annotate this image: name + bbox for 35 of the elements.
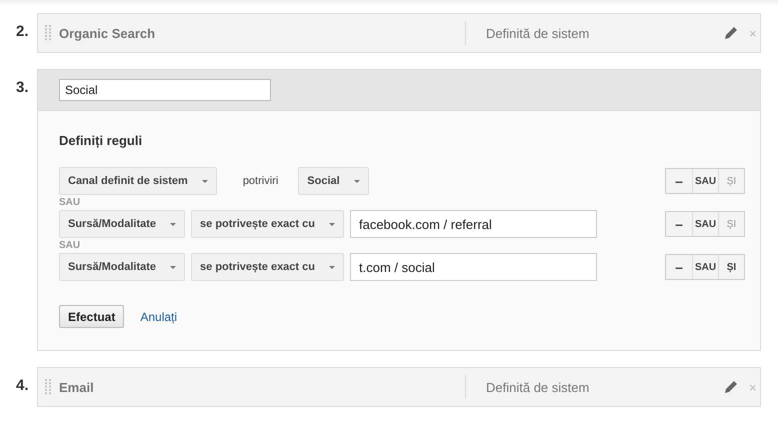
cancel-link[interactable]: Anulați: [140, 310, 178, 324]
value-field[interactable]: facebook.com / referral: [350, 210, 597, 238]
channel-type: Definită de sistem: [486, 26, 590, 40]
dropdown[interactable]: se potrivește exact cu: [191, 210, 344, 238]
channel-name: Organic Search: [59, 26, 156, 40]
drag-handle-icon[interactable]: [45, 25, 51, 41]
channel-type: Definită de sistem: [486, 380, 590, 394]
edit-icon[interactable]: [724, 26, 738, 40]
rules-heading: Definiți reguli: [59, 133, 144, 148]
match-label: potriviri: [242, 175, 278, 187]
remove-button[interactable]: –: [666, 169, 692, 193]
dropdown[interactable]: Social: [298, 167, 369, 195]
channel-row[interactable]: Organic Search Definită de sistem ×: [37, 13, 761, 53]
done-button[interactable]: Efectuat: [59, 305, 124, 328]
row-number: 3.: [15, 78, 30, 96]
and-button[interactable]: ȘI: [718, 255, 744, 279]
dropdown[interactable]: Sursă/Modalitate: [59, 253, 186, 281]
or-button[interactable]: SAU: [692, 212, 718, 236]
or-separator: SAU: [59, 197, 82, 208]
dropdown[interactable]: se potrivește exact cu: [191, 253, 344, 281]
channel-row[interactable]: Email Definită de sistem ×: [37, 367, 761, 407]
row-number: 2.: [15, 22, 30, 40]
or-button[interactable]: SAU: [692, 169, 718, 193]
dropdown[interactable]: Canal definit de sistem: [59, 167, 217, 195]
or-separator: SAU: [59, 240, 82, 251]
edit-icon[interactable]: [724, 380, 738, 394]
or-button[interactable]: SAU: [692, 255, 718, 279]
remove-button[interactable]: –: [666, 255, 692, 279]
value-field[interactable]: t.com / social: [350, 253, 597, 281]
dropdown[interactable]: Sursă/Modalitate: [59, 210, 186, 238]
row-number: 4.: [15, 376, 30, 394]
remove-button[interactable]: –: [666, 212, 692, 236]
channel-name: Email: [59, 380, 95, 394]
channel-name-field[interactable]: Social: [59, 79, 271, 101]
drag-handle-icon[interactable]: [45, 379, 51, 395]
